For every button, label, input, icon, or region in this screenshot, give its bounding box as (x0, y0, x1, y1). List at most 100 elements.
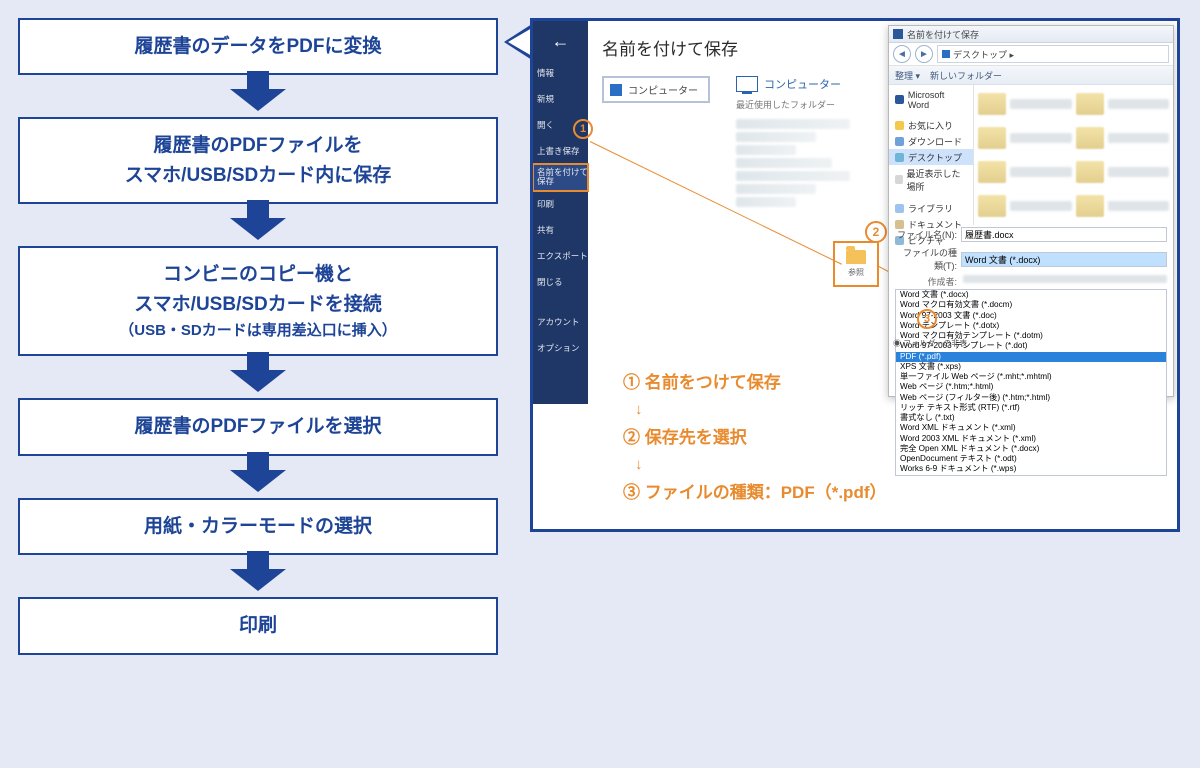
author-label: 作成者: (895, 275, 957, 288)
step-select-pdf: 履歴書のPDFファイルを選択 (18, 398, 498, 455)
save-dialog: 名前を付けて保存 ◄ ► デスクトップ ▸ 整理 ▾ 新しいフォルダー Micr… (888, 25, 1174, 397)
nav-print[interactable]: 印刷 (533, 191, 588, 217)
file-item[interactable] (1076, 157, 1170, 187)
side-desktop[interactable]: デスクトップ (889, 149, 973, 165)
opt[interactable]: Word 文書 (*.docx) (896, 290, 1166, 300)
arrow-1 (230, 75, 286, 117)
recent-item[interactable] (736, 197, 796, 207)
recent-item[interactable] (736, 158, 832, 168)
screenshot-panel: ← 情報 新規 開く 上書き保存 名前を付けて 保存 印刷 共有 エクスポート … (530, 18, 1180, 532)
filetype-row: ファイルの種類(T): Word 文書 (*.docx) (889, 244, 1173, 274)
file-item[interactable] (1076, 191, 1170, 221)
arrow-4 (230, 456, 286, 498)
file-thumb-icon (978, 93, 1006, 115)
nav-close[interactable]: 閉じる (533, 269, 588, 295)
step-paper-color: 用紙・カラーモードの選択 (18, 498, 498, 555)
desktop-icon (942, 50, 950, 58)
opt[interactable]: Works 6-9 ドキュメント (*.wps) (896, 464, 1166, 474)
nav-fwd-icon[interactable]: ► (915, 45, 933, 63)
recent-icon (895, 175, 903, 184)
filename-input[interactable]: 履歴書.docx (961, 227, 1167, 242)
computer-icon (610, 84, 622, 96)
nav-save[interactable]: 上書き保存 (533, 138, 588, 164)
file-item[interactable] (978, 157, 1072, 187)
file-thumb-icon (1076, 93, 1104, 115)
opt[interactable]: リッチ テキスト形式 (RTF) (*.rtf) (896, 403, 1166, 413)
folder-toggle[interactable]: ◉ フォルダーの非表 (893, 338, 967, 349)
breadcrumb[interactable]: デスクトップ ▸ (937, 45, 1169, 63)
breadcrumb-text: デスクトップ ▸ (953, 48, 1014, 61)
file-item[interactable] (978, 89, 1072, 119)
opt[interactable]: XPS 文書 (*.xps) (896, 362, 1166, 372)
ann-step-3: ③ ファイルの種類：PDF（*.pdf） (623, 479, 887, 506)
star-icon (895, 121, 904, 130)
pc-icon (736, 76, 758, 92)
opt[interactable]: Web ページ (*.htm;*.html) (896, 382, 1166, 392)
word-nav-rail: ← 情報 新規 開く 上書き保存 名前を付けて 保存 印刷 共有 エクスポート … (533, 21, 588, 404)
opt[interactable]: Word XML ドキュメント (*.xml) (896, 423, 1166, 433)
tool-organize[interactable]: 整理 ▾ (895, 69, 920, 82)
nav-account[interactable]: アカウント (533, 309, 588, 335)
opt[interactable]: Word テンプレート (*.dotx) (896, 321, 1166, 331)
dialog-file-list (974, 85, 1173, 225)
down-arrow-icon: ↓ (635, 453, 887, 477)
opt-pdf[interactable]: PDF (*.pdf) (896, 352, 1166, 362)
file-thumb-icon (978, 127, 1006, 149)
opt[interactable]: 完全 Open XML ドキュメント (*.docx) (896, 444, 1166, 454)
opt[interactable]: OpenDocument テキスト (*.odt) (896, 454, 1166, 464)
file-item[interactable] (978, 191, 1072, 221)
step-save-to-device: 履歴書のPDFファイルを スマホ/USB/SDカード内に保存 (18, 117, 498, 204)
filename-label: ファイル名(N): (895, 228, 957, 241)
file-thumb-icon (1076, 195, 1104, 217)
word-logo-icon (893, 29, 903, 39)
file-item[interactable] (978, 123, 1072, 153)
step3-line1: コンビニのコピー機と (163, 264, 353, 285)
recent-item[interactable] (736, 132, 816, 142)
side-downloads[interactable]: ダウンロード (889, 133, 973, 149)
step-connect-copier: コンビニのコピー機と スマホ/USB/SDカードを接続 （USB・SDカードは専… (18, 246, 498, 356)
browse-label: 参照 (848, 267, 864, 278)
opt[interactable]: 書式なし (*.txt) (896, 413, 1166, 423)
side-word[interactable]: Microsoft Word (889, 88, 973, 111)
recent-item[interactable] (736, 171, 850, 181)
opt[interactable]: Word 2003 XML ドキュメント (*.xml) (896, 434, 1166, 444)
step3-line2: スマホ/USB/SDカードを接続 (134, 294, 382, 315)
file-item[interactable] (1076, 89, 1170, 119)
filetype-label: ファイルの種類(T): (895, 246, 957, 272)
opt[interactable]: 単一ファイル Web ページ (*.mht;*.mhtml) (896, 372, 1166, 382)
arrow-5 (230, 555, 286, 597)
dialog-sidebar: Microsoft Word お気に入り ダウンロード デスクトップ 最近表示し… (889, 85, 974, 225)
nav-options[interactable]: オプション (533, 335, 588, 361)
recent-item[interactable] (736, 119, 850, 129)
tool-newfolder[interactable]: 新しいフォルダー (930, 69, 1002, 82)
recent-folders-label: 最近使用したフォルダー (736, 98, 870, 111)
location-label: コンピューター (628, 82, 698, 97)
recent-item[interactable] (736, 184, 816, 194)
nav-share[interactable]: 共有 (533, 217, 588, 243)
nav-export[interactable]: エクスポート (533, 243, 588, 269)
annotation-steps: ① 名前をつけて保存 ↓ ② 保存先を選択 ↓ ③ ファイルの種類：PDF（*.… (623, 369, 887, 507)
file-thumb-icon (978, 161, 1006, 183)
filetype-select[interactable]: Word 文書 (*.docx) (961, 252, 1167, 267)
side-favorites[interactable]: お気に入り (889, 117, 973, 133)
step2-line2: スマホ/USB/SDカード内に保存 (125, 165, 392, 186)
side-library[interactable]: ライブラリ (889, 200, 973, 216)
back-arrow-icon[interactable]: ← (533, 27, 588, 60)
nav-back-icon[interactable]: ◄ (893, 45, 911, 63)
opt[interactable]: Word マクロ有効文書 (*.docm) (896, 300, 1166, 310)
side-recent[interactable]: 最近表示した場所 (889, 165, 973, 194)
author-value-blur (963, 275, 1167, 283)
word-icon (895, 95, 904, 104)
marker-3-icon: 3 (917, 309, 937, 329)
saveas-title: 名前を付けて保存 (602, 35, 870, 60)
down-arrow-icon: ↓ (635, 398, 887, 422)
location-computer-tile[interactable]: コンピューター (602, 76, 710, 103)
file-thumb-icon (1076, 161, 1104, 183)
nav-saveas[interactable]: 名前を付けて 保存 (533, 164, 588, 191)
nav-new[interactable]: 新規 (533, 86, 588, 112)
file-item[interactable] (1076, 123, 1170, 153)
opt[interactable]: Web ページ (フィルター後) (*.htm;*.html) (896, 393, 1166, 403)
recent-item[interactable] (736, 145, 796, 155)
marker-2-icon: 2 (865, 221, 887, 243)
nav-info[interactable]: 情報 (533, 60, 588, 86)
